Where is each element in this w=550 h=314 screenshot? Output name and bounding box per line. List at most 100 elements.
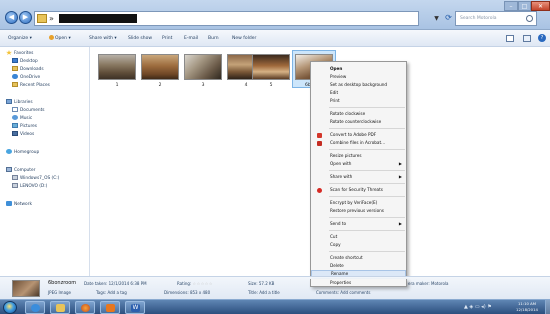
file-name[interactable]: 2 xyxy=(141,83,179,88)
maximize-button[interactable]: □ xyxy=(518,1,531,11)
menu-item-delete[interactable]: Delete xyxy=(311,262,406,270)
start-button[interactable] xyxy=(3,301,17,314)
clock[interactable]: 11:10 AM 12/18/2014 xyxy=(512,301,542,313)
nav-label: Music xyxy=(20,116,33,121)
minimize-button[interactable]: – xyxy=(504,1,518,11)
file-name[interactable]: 1 xyxy=(98,83,136,88)
print-button[interactable]: Print xyxy=(162,30,172,47)
chevron-right-icon[interactable]: » xyxy=(49,12,54,25)
share-with-menu[interactable]: Share with ▾ xyxy=(89,30,117,47)
nav-label: LENOVO (D:) xyxy=(20,184,48,189)
menu-item-rotate-counterclockwise[interactable]: Rotate counterclockwise xyxy=(311,118,406,126)
menu-item-scan-threats[interactable]: Scan for Security Threats xyxy=(311,186,406,194)
menu-item-edit[interactable]: Edit xyxy=(311,89,406,97)
library-icon xyxy=(6,99,12,104)
refresh-icon[interactable]: ⟳ xyxy=(443,12,454,24)
network-icon xyxy=(6,201,12,206)
nav-label: Downloads xyxy=(20,67,44,72)
nav-desktop[interactable]: Desktop xyxy=(12,58,38,66)
taskbar-ie[interactable] xyxy=(25,301,45,314)
back-icon[interactable]: ◀ xyxy=(5,11,18,24)
nav-documents[interactable]: Documents xyxy=(12,107,45,115)
nav-music[interactable]: Music xyxy=(12,115,32,123)
search-input[interactable]: Search Motorola xyxy=(455,11,537,26)
recent-places-icon xyxy=(12,82,18,87)
taskbar-word[interactable]: W xyxy=(125,301,145,314)
details-rating[interactable]: Rating: ☆☆☆☆☆ xyxy=(177,281,213,286)
nav-computer[interactable]: Computer xyxy=(6,167,35,175)
nav-network[interactable]: Network xyxy=(6,201,32,209)
address-bar[interactable]: » xyxy=(34,11,419,26)
details-comments[interactable]: Comments: Add comments xyxy=(316,290,370,295)
email-button[interactable]: E-mail xyxy=(184,30,198,47)
file-thumbnail[interactable] xyxy=(141,54,179,80)
nav-videos[interactable]: Videos xyxy=(12,131,34,139)
preview-pane-icon[interactable] xyxy=(523,35,531,42)
menu-item-share-with[interactable]: Share with ▶ xyxy=(311,173,406,181)
chevron-down-icon[interactable]: ▼ xyxy=(432,13,441,24)
nav-homegroup[interactable]: Homegroup xyxy=(6,149,39,157)
nav-downloads[interactable]: Downloads xyxy=(12,66,44,74)
details-camera-maker[interactable]: era maker: Motorola xyxy=(408,281,448,286)
menu-item-encrypt-veriface[interactable]: Encrypt by VeriFace(E) xyxy=(311,199,406,207)
menu-item-rotate-clockwise[interactable]: Rotate clockwise xyxy=(311,110,406,118)
menu-item-restore-previous[interactable]: Restore previous versions xyxy=(311,207,406,215)
forward-icon[interactable]: ▶ xyxy=(19,11,32,24)
menu-separator xyxy=(329,149,405,150)
notification-tray[interactable]: ▲ ◈ ▭ ◂) ⚑ xyxy=(464,304,492,310)
menu-item-combine-acrobat[interactable]: Combine files in Acrobat... xyxy=(311,139,406,147)
help-icon[interactable]: ? xyxy=(538,34,546,42)
nav-drive-d[interactable]: LENOVO (D:) xyxy=(12,183,47,191)
close-button[interactable]: ✕ xyxy=(531,1,550,11)
open-menu[interactable]: Open ▾ xyxy=(49,30,71,47)
menu-item-open-with[interactable]: Open with ▶ xyxy=(311,160,406,168)
menu-item-print[interactable]: Print xyxy=(311,97,406,105)
file-thumbnail[interactable] xyxy=(98,54,136,80)
menu-item-resize-pictures[interactable]: Resize pictures xyxy=(311,152,406,160)
menu-item-create-shortcut[interactable]: Create shortcut xyxy=(311,254,406,262)
menu-item-convert-pdf[interactable]: Convert to Adobe PDF xyxy=(311,131,406,139)
taskbar-firefox[interactable] xyxy=(75,301,95,314)
file-thumbnail[interactable] xyxy=(252,54,290,80)
nav-recent-places[interactable]: Recent Places xyxy=(12,82,50,90)
menu-item-label: Share with xyxy=(330,174,353,179)
burn-button[interactable]: Burn xyxy=(208,30,219,47)
details-filename: 6bonzroom xyxy=(48,280,77,286)
nav-label: Documents xyxy=(20,108,45,113)
file-name[interactable]: 3 xyxy=(184,83,222,88)
details-title[interactable]: Title: Add a title xyxy=(248,290,280,295)
menu-item-set-desktop-background[interactable]: Set as desktop background xyxy=(311,81,406,89)
change-view-icon[interactable] xyxy=(506,35,514,42)
slide-show-button[interactable]: Slide show xyxy=(128,30,152,47)
nav-onedrive[interactable]: OneDrive xyxy=(12,74,40,82)
file-thumbnail[interactable] xyxy=(184,54,222,80)
submenu-arrow-icon: ▶ xyxy=(398,174,402,179)
menu-separator xyxy=(329,183,405,184)
details-date-taken[interactable]: Date taken: 12/1/2014 6:38 PM xyxy=(84,281,147,286)
new-folder-button[interactable]: New folder xyxy=(232,30,256,47)
file-name[interactable]: 5 xyxy=(252,83,290,88)
show-desktop-button[interactable] xyxy=(545,300,550,314)
nav-label: OneDrive xyxy=(20,75,41,80)
menu-item-preview[interactable]: Preview xyxy=(311,73,406,81)
nav-drive-c[interactable]: Windows7_OS (C:) xyxy=(12,175,59,183)
menu-separator xyxy=(329,196,405,197)
music-icon xyxy=(12,115,18,120)
nav-pictures[interactable]: Pictures xyxy=(12,123,37,131)
nav-favorites[interactable]: Favorites xyxy=(6,50,33,58)
nav-libraries[interactable]: Libraries xyxy=(6,99,33,107)
nav-label: Homegroup xyxy=(14,150,40,155)
taskbar-office[interactable] xyxy=(100,301,120,314)
details-tags[interactable]: Tags: Add a tag xyxy=(96,290,127,295)
menu-item-send-to[interactable]: Send to ▶ xyxy=(311,220,406,228)
taskbar-explorer[interactable] xyxy=(50,301,70,314)
organize-menu[interactable]: Organize ▾ xyxy=(8,30,32,47)
menu-item-copy[interactable]: Copy xyxy=(311,241,406,249)
menu-item-open[interactable]: Open xyxy=(311,65,406,73)
rating-stars-icon[interactable]: ☆☆☆☆☆ xyxy=(193,281,213,286)
menu-item-cut[interactable]: Cut xyxy=(311,233,406,241)
menu-item-properties[interactable]: Properties xyxy=(310,279,407,287)
downloads-icon xyxy=(12,66,18,71)
drive-icon xyxy=(12,183,18,188)
navigation-pane: Favorites Desktop Downloads OneDrive Rec… xyxy=(0,47,90,276)
